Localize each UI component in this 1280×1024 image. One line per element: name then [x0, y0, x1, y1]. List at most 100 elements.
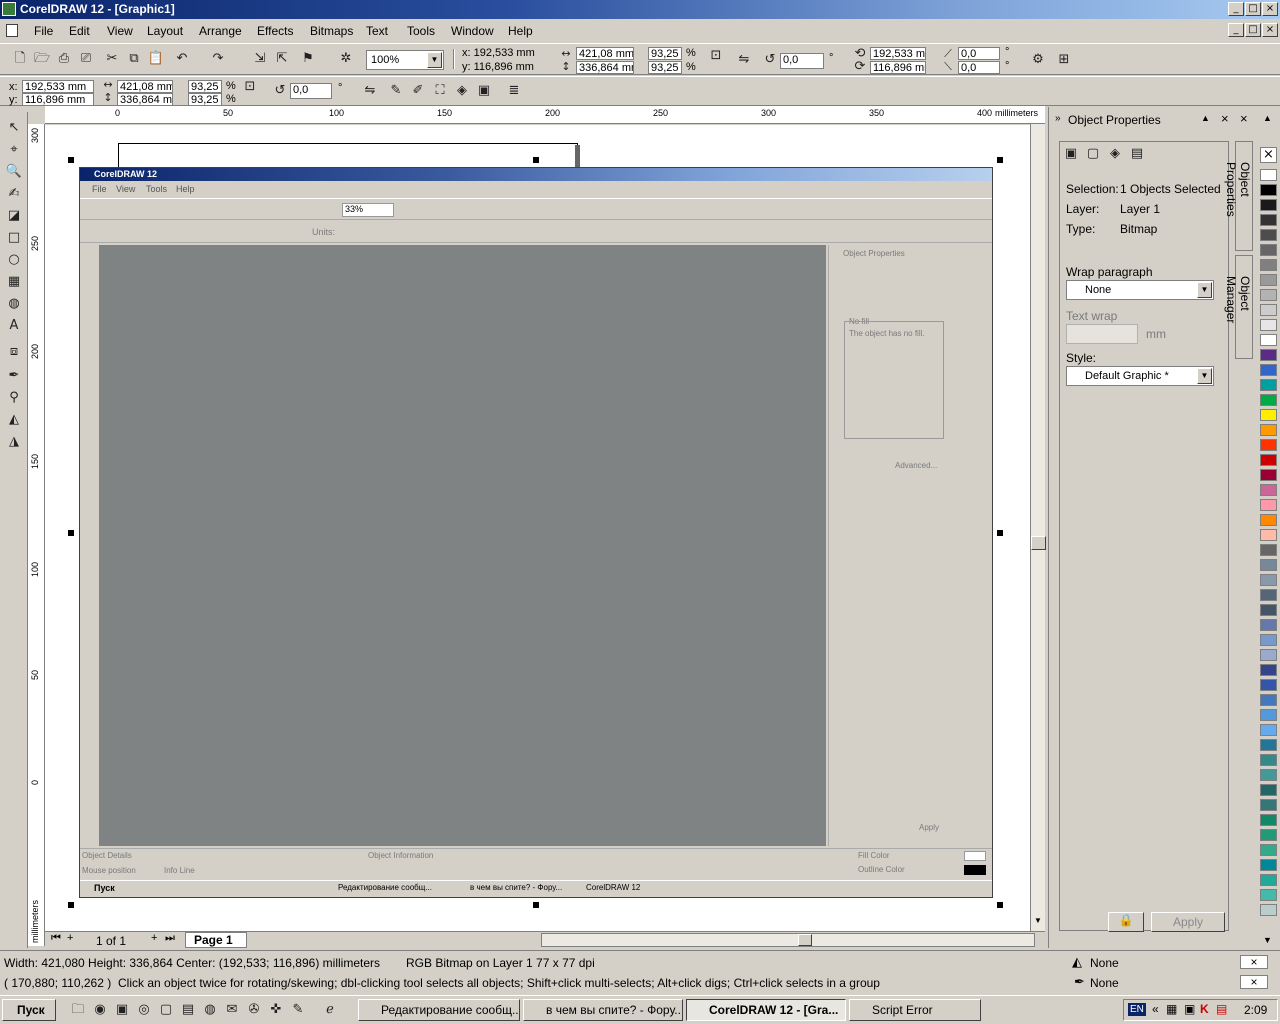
last-page-icon[interactable]: ⏭	[165, 932, 175, 945]
globe-icon[interactable]: ◍	[200, 1000, 220, 1020]
prop-height-field[interactable]: 336,864 mm	[117, 93, 173, 106]
wrap-paragraph-select[interactable]: None ▼	[1066, 280, 1214, 300]
prop-scale-x-field[interactable]: 93,25	[188, 80, 222, 93]
color-swatch[interactable]	[1260, 484, 1277, 496]
color-swatch[interactable]	[1260, 754, 1277, 766]
mail-icon[interactable]: ✉	[222, 1000, 242, 1020]
open-icon[interactable]: 🗁	[32, 49, 52, 69]
copy-icon[interactable]: ⧉	[124, 49, 144, 69]
selection-handle[interactable]	[68, 530, 74, 536]
color-swatch[interactable]	[1260, 349, 1277, 361]
color-swatch[interactable]	[1260, 169, 1277, 181]
rotate-icon[interactable]: ↺	[760, 50, 780, 70]
color-swatch[interactable]	[1260, 499, 1277, 511]
docker-close-all-icon[interactable]: ×	[1240, 111, 1248, 126]
color-swatch[interactable]	[1260, 799, 1277, 811]
scale-y-field[interactable]: 93,25	[648, 61, 682, 74]
new-icon[interactable]: 🗋	[10, 49, 30, 69]
prop-scale-y-field[interactable]: 93,25	[188, 93, 222, 106]
color-swatch[interactable]	[1260, 424, 1277, 436]
color-swatch[interactable]	[1260, 874, 1277, 886]
rotation-field[interactable]: 0,0	[780, 53, 824, 69]
network-icon[interactable]: ▦	[1166, 1002, 1177, 1016]
task-coreldraw[interactable]: CorelDRAW 12 - [Gra...	[686, 999, 846, 1021]
summary-tab-icon[interactable]: ▤	[1127, 144, 1147, 164]
color-swatch[interactable]	[1260, 634, 1277, 646]
color-swatch[interactable]	[1260, 859, 1277, 871]
color-swatch[interactable]	[1260, 469, 1277, 481]
menu-help[interactable]: Help	[508, 24, 533, 38]
color-swatch[interactable]	[1260, 664, 1277, 676]
width-field[interactable]: 421,08 mm	[576, 47, 634, 60]
color-swatch[interactable]	[1260, 229, 1277, 241]
flag-icon[interactable]: ▤	[1216, 1002, 1227, 1016]
style-select[interactable]: Default Graphic * ▼	[1066, 366, 1214, 386]
zoom-tool-icon[interactable]: 🔍	[4, 162, 24, 182]
outline-tool-icon[interactable]: ⚲	[4, 388, 24, 408]
fill-tool-icon[interactable]: ◭	[4, 410, 24, 430]
color-swatch[interactable]	[1260, 364, 1277, 376]
vertical-ruler[interactable]: 300 250 200 150 100 50 0 millimeters	[28, 124, 45, 946]
no-color-swatch[interactable]: ⨯	[1260, 147, 1277, 163]
prop-x-field[interactable]: 192,533 mm	[22, 80, 94, 93]
palette-scroll-down-icon[interactable]: ▼	[1263, 935, 1272, 945]
color-swatch[interactable]	[1260, 589, 1277, 601]
menu-text[interactable]: Text	[366, 24, 388, 38]
color-swatch[interactable]	[1260, 784, 1277, 796]
document-icon[interactable]: ▤	[178, 1000, 198, 1020]
options-icon[interactable]: ⚙	[1028, 50, 1048, 70]
color-swatch[interactable]	[1260, 394, 1277, 406]
paste-icon[interactable]: 📋	[146, 49, 166, 69]
pen-icon[interactable]: ✎	[288, 1000, 308, 1020]
docker-close-icon[interactable]: ×	[1221, 111, 1229, 126]
prop-width-field[interactable]: 421,08 mm	[117, 80, 173, 93]
color-swatch[interactable]	[1260, 259, 1277, 271]
doc-restore-button[interactable]: □	[1245, 23, 1261, 37]
language-indicator[interactable]: EN	[1128, 1003, 1146, 1016]
color-swatch[interactable]	[1260, 334, 1277, 346]
doc-close-button[interactable]: ×	[1262, 23, 1278, 37]
x-position-field[interactable]: x: 192,533 mm	[460, 47, 546, 60]
plus-icon[interactable]: +	[67, 932, 73, 944]
crop-icon[interactable]: ⛶	[430, 81, 450, 101]
maximize-button[interactable]: □	[1245, 2, 1261, 16]
color-swatch[interactable]	[1260, 244, 1277, 256]
vertical-scrollbar[interactable]: ▼	[1030, 124, 1046, 931]
monitor-icon[interactable]: ▣	[1184, 1002, 1195, 1016]
menu-effects[interactable]: Effects	[257, 24, 293, 38]
selection-handle[interactable]	[68, 902, 74, 908]
task-forum-thread[interactable]: в чем вы спите? - Фору...	[523, 999, 683, 1021]
color-swatch[interactable]	[1260, 529, 1277, 541]
antivirus-icon[interactable]: K	[1200, 1002, 1209, 1016]
color-swatch[interactable]	[1260, 319, 1277, 331]
outline-swatch[interactable]: ×	[1240, 975, 1268, 989]
interactive-blend-icon[interactable]: ⧈	[4, 342, 24, 362]
resample-icon[interactable]: ▣	[474, 81, 494, 101]
height-field[interactable]: 336,864 mr	[576, 61, 634, 74]
app-icon[interactable]	[2, 2, 16, 16]
mirror-icon[interactable]: ⇋	[734, 50, 754, 70]
save-icon[interactable]: ⎙	[54, 49, 74, 69]
scroll-down-icon[interactable]: ▼	[1034, 916, 1042, 925]
shape-tool-icon[interactable]: ⌖	[4, 140, 24, 160]
edit-bitmap-icon[interactable]: ✎	[386, 81, 406, 101]
rectangle-tool-icon[interactable]: □	[4, 228, 24, 248]
tab-object-manager[interactable]: Object Manager	[1224, 255, 1253, 359]
palette-scroll-up-icon[interactable]: ▲	[1263, 113, 1272, 123]
mirror-h-icon[interactable]: ⇋	[360, 81, 380, 101]
export-icon[interactable]: ⇱	[272, 49, 292, 69]
color-swatch[interactable]	[1260, 739, 1277, 751]
lock-ratio-icon[interactable]: ⊡	[706, 46, 726, 66]
ie-icon[interactable]: ℯ	[320, 1000, 340, 1020]
print-icon[interactable]: ⎚	[76, 49, 96, 69]
tab-page-1[interactable]: Page 1	[185, 932, 247, 948]
text-wrap-field[interactable]	[1066, 324, 1138, 344]
welcome-icon[interactable]: ✲	[336, 49, 356, 69]
trace-bitmap-icon[interactable]: ✐	[408, 81, 428, 101]
color-swatch[interactable]	[1260, 274, 1277, 286]
graph-paper-icon[interactable]: ▦	[4, 272, 24, 292]
color-swatch[interactable]	[1260, 379, 1277, 391]
menu-window[interactable]: Window	[451, 24, 494, 38]
color-swatch[interactable]	[1260, 814, 1277, 826]
smart-fill-icon[interactable]: ◪	[4, 206, 24, 226]
